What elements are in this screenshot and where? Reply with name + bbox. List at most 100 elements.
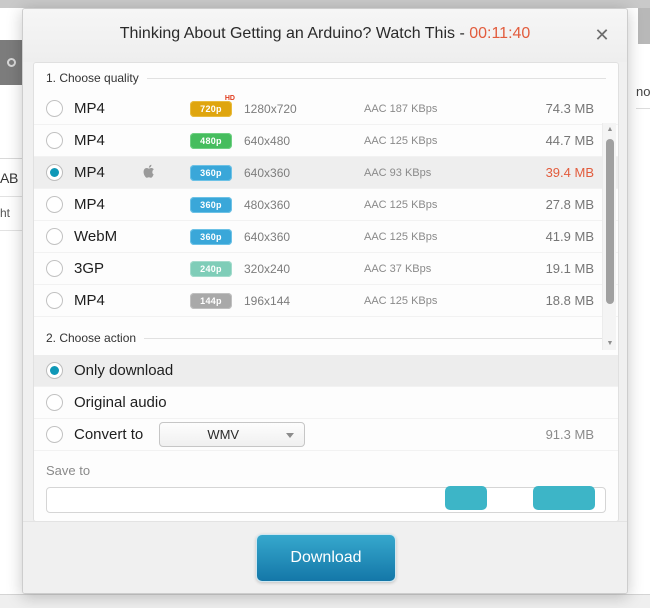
quality-radio[interactable] — [46, 292, 63, 309]
video-title: Thinking About Getting an Arduino? Watch… — [119, 25, 470, 42]
quality-audio: AAC 187 KBps — [364, 102, 438, 115]
background-divider — [0, 196, 24, 197]
quality-scrollbar[interactable]: ▲ ▼ — [602, 123, 616, 350]
quality-badge: 360p — [190, 164, 232, 181]
quality-badge: 360p — [190, 228, 232, 245]
convert-format-select[interactable]: WMV — [159, 422, 306, 447]
quality-badge: 720p HD — [190, 95, 235, 117]
background-divider — [0, 158, 24, 159]
quality-badge-label: 480p — [200, 135, 222, 146]
background-text-c: no — [636, 84, 650, 99]
quality-badge: 360p — [190, 196, 232, 213]
convert-filesize: 91.3 MB — [545, 427, 594, 442]
quality-resolution: 640x360 — [244, 229, 291, 244]
action-section-label: 2. Choose action — [46, 331, 137, 345]
quality-row[interactable]: MP4 720p HD 1280x720 AAC 187 KBps 74.3 MB — [34, 93, 618, 125]
quality-filesize: 74.3 MB — [545, 101, 594, 116]
quality-audio: AAC 125 KBps — [364, 230, 438, 243]
quality-section-label: 1. Choose quality — [46, 71, 139, 85]
page-title: Thinking About Getting an Arduino? Watch… — [23, 25, 627, 43]
action-label: Only download — [74, 362, 174, 379]
dialog-footer: Download — [23, 521, 627, 593]
hd-tag: HD — [224, 94, 235, 102]
action-row[interactable]: Only download — [34, 355, 618, 387]
quality-audio: AAC 125 KBps — [364, 134, 438, 147]
quality-resolution: 480x360 — [244, 197, 291, 212]
quality-badge-label: 360p — [200, 167, 222, 178]
quality-format: MP4 — [74, 164, 105, 181]
quality-format: MP4 — [74, 196, 105, 213]
open-folder-button[interactable] — [533, 486, 595, 510]
divider — [144, 337, 606, 339]
quality-resolution: 320x240 — [244, 261, 291, 276]
quality-filesize: 41.9 MB — [545, 229, 594, 244]
quality-badge-label: 240p — [200, 263, 222, 274]
browse-button[interactable] — [445, 486, 487, 510]
dialog-header: Thinking About Getting an Arduino? Watch… — [23, 9, 627, 62]
quality-badge: 240p — [190, 260, 232, 277]
quality-radio[interactable] — [46, 164, 63, 181]
scroll-down-icon[interactable]: ▼ — [603, 337, 617, 350]
divider — [146, 77, 606, 79]
quality-radio[interactable] — [46, 132, 63, 149]
quality-resolution: 640x480 — [244, 133, 291, 148]
action-section-header: 2. Choose action — [34, 323, 618, 353]
quality-filesize: 39.4 MB — [545, 165, 594, 180]
quality-filesize: 27.8 MB — [545, 197, 594, 212]
quality-filesize: 19.1 MB — [545, 261, 594, 276]
quality-filesize: 18.8 MB — [545, 293, 594, 308]
quality-badge: 144p — [190, 292, 232, 309]
action-radio[interactable] — [46, 426, 63, 443]
quality-row[interactable]: WebM 360p 640x360 AAC 125 KBps 41.9 MB — [34, 221, 618, 253]
scrollbar-thumb[interactable] — [606, 139, 614, 304]
action-list: Only download Original audio Convert to WMV… — [34, 355, 618, 451]
quality-format: MP4 — [74, 132, 105, 149]
action-row[interactable]: Original audio — [34, 387, 618, 419]
quality-resolution: 640x360 — [244, 165, 291, 180]
scroll-up-icon[interactable]: ▲ — [603, 123, 617, 136]
background-divider — [0, 230, 24, 231]
quality-audio: AAC 37 KBps — [364, 262, 432, 275]
quality-row[interactable]: 3GP 240p 320x240 AAC 37 KBps 19.1 MB — [34, 253, 618, 285]
quality-radio[interactable] — [46, 100, 63, 117]
background-divider — [636, 108, 650, 109]
quality-format: 3GP — [74, 260, 105, 277]
quality-row[interactable]: MP4 360p 480x360 AAC 125 KBps 27.8 MB — [34, 189, 618, 221]
quality-list: MP4 720p HD 1280x720 AAC 187 KBps 74.3 MB MP4 4… — [34, 93, 618, 350]
circle-icon — [7, 58, 16, 67]
action-row[interactable]: Convert to WMV 91.3 MB — [34, 419, 618, 451]
video-duration: 00:11:40 — [469, 25, 531, 42]
quality-resolution: 196x144 — [244, 293, 291, 308]
action-radio[interactable] — [46, 362, 63, 379]
quality-audio: AAC 125 KBps — [364, 198, 438, 211]
action-label: Convert to — [74, 426, 144, 443]
action-label: Original audio — [74, 394, 167, 411]
save-to-input[interactable] — [46, 486, 606, 513]
quality-section-header: 1. Choose quality — [34, 63, 618, 93]
convert-format-value: WMV — [207, 427, 240, 442]
download-button[interactable]: Download — [256, 534, 396, 582]
apple-compatible-slot — [142, 164, 190, 182]
background-text-b: ht — [0, 206, 11, 220]
save-to-label: Save to — [46, 463, 91, 478]
radio-dot — [50, 168, 59, 177]
radio-dot — [50, 366, 59, 375]
save-to-section: Save to — [34, 451, 618, 513]
background-right-block — [638, 8, 650, 44]
quality-row[interactable]: MP4 360p 640x360 AAC 93 KBps 39.4 MB — [34, 157, 618, 189]
background-bottom-strip — [0, 594, 650, 608]
quality-radio[interactable] — [46, 228, 63, 245]
quality-badge-label: 144p — [200, 295, 222, 306]
download-dialog: Thinking About Getting an Arduino? Watch… — [22, 8, 628, 594]
quality-filesize: 44.7 MB — [545, 133, 594, 148]
quality-format: MP4 — [74, 292, 105, 309]
quality-row[interactable]: MP4 144p 196x144 AAC 125 KBps 18.8 MB — [34, 285, 618, 317]
quality-radio[interactable] — [46, 260, 63, 277]
quality-radio[interactable] — [46, 196, 63, 213]
close-icon[interactable]: ✕ — [589, 23, 615, 49]
apple-icon — [142, 164, 155, 182]
quality-resolution: 1280x720 — [244, 101, 297, 116]
quality-format: MP4 — [74, 100, 105, 117]
action-radio[interactable] — [46, 394, 63, 411]
quality-row[interactable]: MP4 480p 640x480 AAC 125 KBps 44.7 MB — [34, 125, 618, 157]
